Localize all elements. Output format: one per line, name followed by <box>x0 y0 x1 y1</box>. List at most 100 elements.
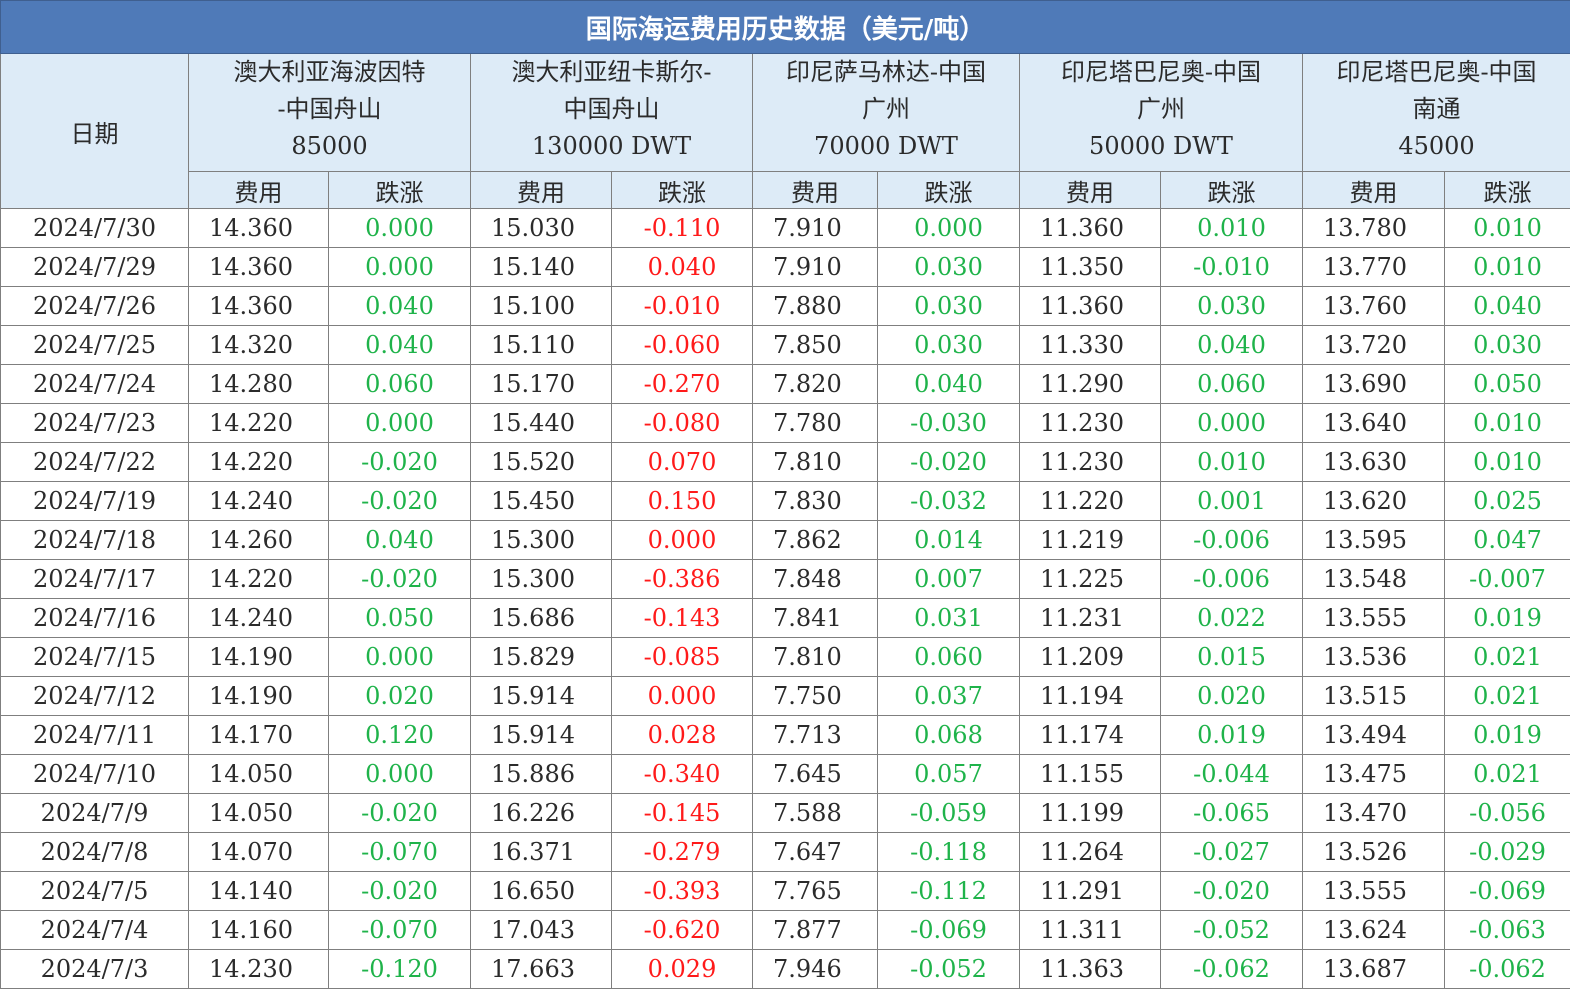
fee-cell: 7.880 <box>752 286 878 326</box>
fee-cell: 14.070 <box>188 832 329 872</box>
table-body: 2024/7/30 14.360 0.000 15.030 -0.110 7.910 0.0… <box>0 208 1570 989</box>
date-cell: 2024/7/17 <box>0 559 189 599</box>
change-cell: -0.110 <box>611 208 753 248</box>
fee-cell: 16.371 <box>470 832 612 872</box>
freight-table: 国际海运费用历史数据（美元/吨） 日期 澳大利亚海波因特 -中国舟山 85000 澳… <box>0 0 1570 989</box>
fee-cell: 14.220 <box>188 559 329 599</box>
fee-cell: 11.225 <box>1019 559 1161 599</box>
table-row: 2024/7/19 14.240 -0.020 15.450 0.150 7.830 -0.… <box>0 481 1570 521</box>
route-header-4: 印尼塔巴尼奥-中国 南通 45000 <box>1301 53 1570 172</box>
date-cell: 2024/7/5 <box>0 871 189 911</box>
change-cell: 0.015 <box>1160 637 1303 677</box>
change-cell: 0.060 <box>328 364 471 404</box>
change-cell: -0.056 <box>1443 793 1570 833</box>
fee-cell: 7.946 <box>752 949 878 989</box>
table-row: 2024/7/30 14.360 0.000 15.030 -0.110 7.910 0.0… <box>0 208 1570 248</box>
fee-cell: 15.440 <box>470 403 612 443</box>
table-row: 2024/7/12 14.190 0.020 15.914 0.000 7.750 0.03… <box>0 676 1570 716</box>
fee-cell: 14.230 <box>188 949 329 989</box>
fee-header: 费用 <box>188 171 329 209</box>
date-cell: 2024/7/10 <box>0 754 189 794</box>
change-cell: 0.030 <box>877 325 1020 365</box>
fee-cell: 14.280 <box>188 364 329 404</box>
change-cell: 0.000 <box>328 754 471 794</box>
fee-cell: 14.170 <box>188 715 329 755</box>
change-cell: 0.030 <box>877 247 1020 287</box>
change-cell: 0.150 <box>611 481 753 521</box>
table-row: 2024/7/4 14.160 -0.070 17.043 -0.620 7.877 -0.… <box>0 910 1570 950</box>
change-cell: -0.010 <box>1160 247 1303 287</box>
date-cell: 2024/7/15 <box>0 637 189 677</box>
fee-cell: 15.170 <box>470 364 612 404</box>
fee-cell: 14.220 <box>188 403 329 443</box>
date-cell: 2024/7/25 <box>0 325 189 365</box>
fee-cell: 11.220 <box>1019 481 1161 521</box>
fee-cell: 15.100 <box>470 286 612 326</box>
date-cell: 2024/7/18 <box>0 520 189 560</box>
fee-cell: 14.240 <box>188 481 329 521</box>
fee-cell: 14.160 <box>188 910 329 950</box>
fee-cell: 7.765 <box>752 871 878 911</box>
fee-cell: 14.260 <box>188 520 329 560</box>
change-cell: 0.050 <box>1443 364 1570 404</box>
change-cell: 0.019 <box>1443 598 1570 638</box>
change-header: 跌涨 <box>611 171 753 209</box>
fee-cell: 16.226 <box>470 793 612 833</box>
fee-cell: 15.914 <box>470 715 612 755</box>
change-cell: -0.070 <box>328 910 471 950</box>
change-cell: 0.019 <box>1443 715 1570 755</box>
fee-cell: 13.595 <box>1302 520 1445 560</box>
change-cell: 0.010 <box>1160 442 1303 482</box>
change-cell: 0.000 <box>611 520 753 560</box>
date-column-header: 日期 <box>0 53 189 209</box>
table-row: 2024/7/17 14.220 -0.020 15.300 -0.386 7.848 0.… <box>0 559 1570 599</box>
change-cell: -0.020 <box>328 559 471 599</box>
fee-cell: 13.780 <box>1302 208 1445 248</box>
change-cell: 0.000 <box>877 208 1020 248</box>
route-header-0: 澳大利亚海波因特 -中国舟山 85000 <box>188 53 471 172</box>
change-cell: -0.052 <box>877 949 1020 989</box>
date-cell: 2024/7/4 <box>0 910 189 950</box>
change-cell: -0.027 <box>1160 832 1303 872</box>
change-cell: -0.007 <box>1443 559 1570 599</box>
change-cell: 0.068 <box>877 715 1020 755</box>
fee-cell: 7.862 <box>752 520 878 560</box>
date-cell: 2024/7/3 <box>0 949 189 989</box>
change-cell: -0.059 <box>877 793 1020 833</box>
change-cell: -0.145 <box>611 793 753 833</box>
fee-cell: 7.910 <box>752 247 878 287</box>
change-cell: -0.030 <box>877 403 1020 443</box>
table-row: 2024/7/8 14.070 -0.070 16.371 -0.279 7.647 -0.… <box>0 832 1570 872</box>
fee-cell: 16.650 <box>470 871 612 911</box>
change-cell: -0.620 <box>611 910 753 950</box>
change-cell: 0.010 <box>1443 247 1570 287</box>
fee-cell: 14.320 <box>188 325 329 365</box>
date-cell: 2024/7/11 <box>0 715 189 755</box>
change-cell: 0.021 <box>1443 754 1570 794</box>
fee-cell: 13.620 <box>1302 481 1445 521</box>
change-cell: 0.040 <box>1160 325 1303 365</box>
fee-cell: 17.663 <box>470 949 612 989</box>
change-cell: 0.028 <box>611 715 753 755</box>
date-cell: 2024/7/24 <box>0 364 189 404</box>
fee-cell: 15.450 <box>470 481 612 521</box>
fee-cell: 14.360 <box>188 286 329 326</box>
table-row: 2024/7/22 14.220 -0.020 15.520 0.070 7.810 -0.… <box>0 442 1570 482</box>
change-cell: -0.044 <box>1160 754 1303 794</box>
fee-cell: 11.363 <box>1019 949 1161 989</box>
table-row: 2024/7/26 14.360 0.040 15.100 -0.010 7.880 0.0… <box>0 286 1570 326</box>
change-cell: 0.037 <box>877 676 1020 716</box>
fee-cell: 15.300 <box>470 559 612 599</box>
change-cell: -0.020 <box>328 481 471 521</box>
table-row: 2024/7/25 14.320 0.040 15.110 -0.060 7.850 0.0… <box>0 325 1570 365</box>
fee-cell: 15.520 <box>470 442 612 482</box>
fee-cell: 13.475 <box>1302 754 1445 794</box>
change-cell: 0.050 <box>328 598 471 638</box>
change-cell: 0.001 <box>1160 481 1303 521</box>
change-cell: 0.000 <box>328 247 471 287</box>
change-cell: 0.040 <box>611 247 753 287</box>
date-cell: 2024/7/29 <box>0 247 189 287</box>
change-cell: 0.070 <box>611 442 753 482</box>
fee-cell: 14.140 <box>188 871 329 911</box>
change-cell: -0.386 <box>611 559 753 599</box>
